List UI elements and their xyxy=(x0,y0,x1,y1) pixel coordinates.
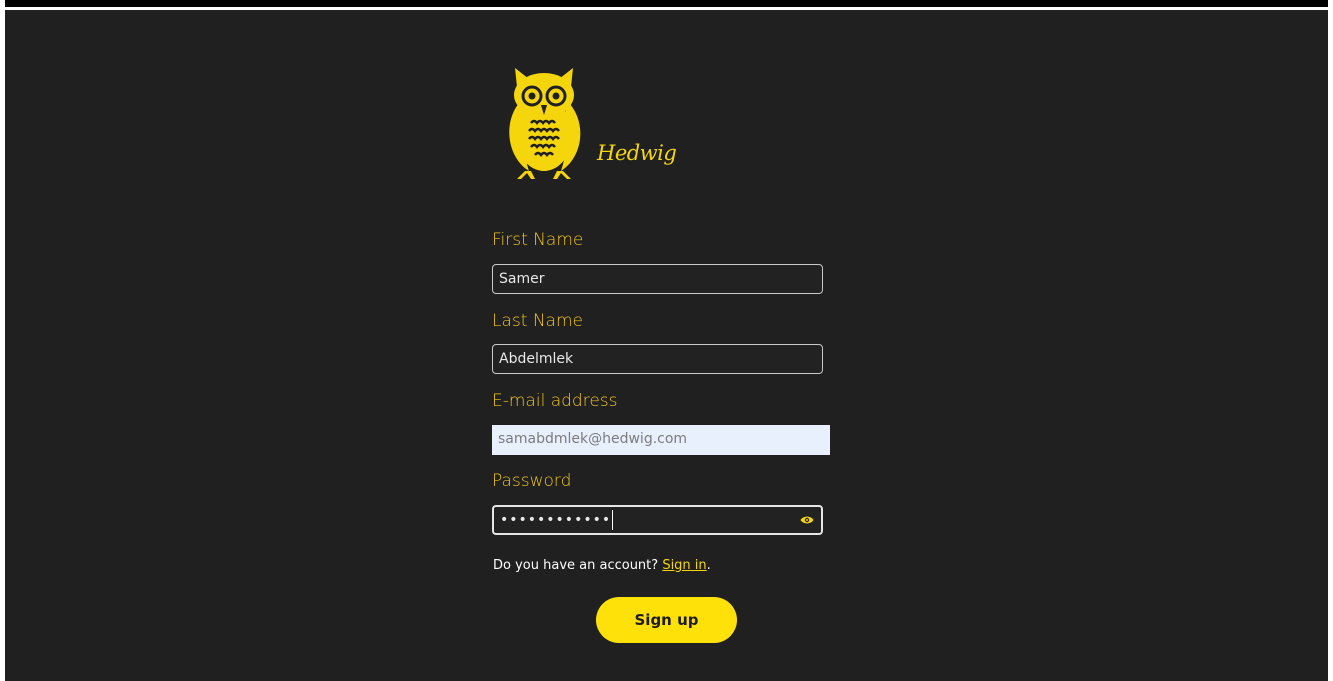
brand-logo: Hedwig xyxy=(507,65,677,185)
password-input[interactable]: •••••••••••• xyxy=(492,505,823,535)
sign-in-link[interactable]: Sign in xyxy=(662,558,706,573)
account-prompt-suffix: . xyxy=(706,558,711,573)
last-name-input[interactable]: Abdelmlek xyxy=(492,344,823,374)
first-name-label: First Name xyxy=(492,230,584,250)
text-caret xyxy=(612,510,614,530)
password-value: •••••••••••• xyxy=(500,512,612,528)
top-bar xyxy=(5,0,1328,7)
account-prompt-text: Do you have an account? xyxy=(493,558,663,573)
eye-icon[interactable] xyxy=(800,515,814,525)
brand-name: Hedwig xyxy=(597,141,677,165)
window-frame: Hedwig First Name Samer Last Name Abdelm… xyxy=(0,0,1333,681)
first-name-input[interactable]: Samer xyxy=(492,264,823,294)
email-input[interactable]: samabdmlek@hedwig.com xyxy=(492,425,830,455)
password-label: Password xyxy=(492,471,572,491)
sign-up-button[interactable]: Sign up xyxy=(596,597,737,643)
last-name-label: Last Name xyxy=(492,311,583,331)
email-label: E-mail address xyxy=(492,391,618,411)
owl-icon xyxy=(509,68,581,179)
account-prompt: Do you have an account? Sign in. xyxy=(493,558,711,573)
